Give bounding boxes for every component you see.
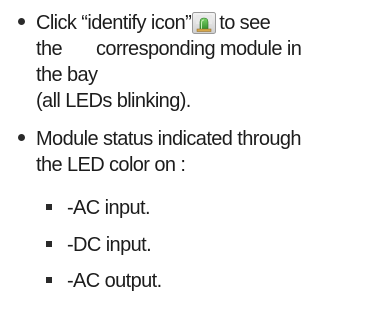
- bullet-text: Module status indicated through the LED …: [36, 126, 366, 178]
- identify-icon: [192, 12, 217, 34]
- sub-item-text: -DC input.: [67, 234, 152, 256]
- text-line: the corresponding module in: [36, 36, 366, 62]
- square-bullet: [46, 204, 52, 210]
- square-bullet: [46, 241, 52, 247]
- bullet-text: Click “identify icon” to see the corresp…: [36, 10, 366, 114]
- identify-instruction-text: Click “identify icon”: [36, 12, 192, 34]
- text-line: the bay: [36, 64, 98, 86]
- text-word: the: [36, 38, 63, 60]
- document-page: Click “identify icon” to see the corresp…: [0, 0, 368, 322]
- text-fragment: corresponding module in: [96, 38, 302, 60]
- text-line: Module status indicated through: [36, 128, 302, 150]
- sub-item-text: -AC output.: [67, 270, 162, 292]
- text-line: Click “identify icon” to see: [36, 10, 366, 36]
- bullet-dot: [18, 134, 25, 141]
- square-bullet: [46, 277, 52, 283]
- text-line: (all LEDs blinking).: [36, 90, 191, 112]
- bullet-dot: [18, 18, 25, 25]
- to-see-text: to see: [219, 12, 271, 34]
- sub-item-text: -AC input.: [67, 197, 151, 219]
- text-line: the LED color on :: [36, 154, 186, 176]
